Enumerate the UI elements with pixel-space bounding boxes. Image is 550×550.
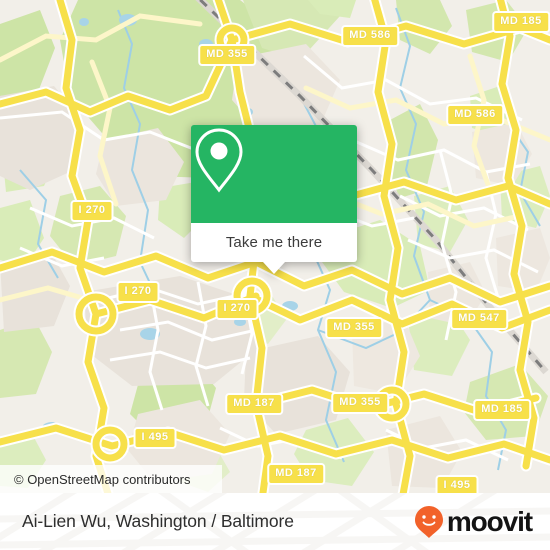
road-shield: MD 355	[331, 392, 389, 414]
osm-attribution[interactable]: © OpenStreetMap contributors	[0, 465, 222, 493]
take-me-there-label: Take me there	[225, 234, 323, 251]
osm-attribution-text: © OpenStreetMap contributors	[14, 471, 191, 487]
moovit-brand[interactable]: moovit	[414, 505, 533, 539]
road-shield: MD 547	[450, 308, 508, 330]
road-shield: I 495	[435, 475, 479, 493]
moovit-pin-icon	[414, 505, 443, 538]
road-shield: MD 187	[225, 393, 283, 415]
map-screen: MD 355 MD 586 MD 185 MD 586 I 270 I 270 I 270 M…	[0, 0, 550, 550]
popup-pin-area	[191, 125, 357, 223]
road-shield: I 270	[70, 200, 114, 222]
road-shield: MD 187	[267, 463, 325, 485]
map-canvas[interactable]: MD 355 MD 586 MD 185 MD 586 I 270 I 270 I 270 M…	[0, 0, 550, 493]
road-shield: MD 355	[325, 317, 383, 339]
road-shield: MD 185	[492, 11, 550, 33]
road-shield: I 270	[215, 298, 259, 320]
destination-popup[interactable]: Take me there	[191, 125, 357, 274]
place-title: Ai-Lien Wu, Washington / Baltimore	[22, 511, 294, 531]
popup-action-area[interactable]: Take me there	[191, 223, 357, 274]
footer-bar: Ai-Lien Wu, Washington / Baltimore moovi…	[0, 493, 550, 550]
road-shield: I 495	[133, 427, 177, 449]
road-shield: MD 355	[198, 44, 256, 66]
map-pin-icon	[195, 128, 243, 193]
road-shield: I 270	[116, 281, 160, 303]
road-shield: MD 586	[341, 25, 399, 47]
road-shield: MD 185	[473, 399, 531, 421]
moovit-wordmark: moovit	[446, 505, 533, 537]
road-shield: MD 586	[446, 104, 504, 126]
popup-tail	[263, 262, 285, 274]
